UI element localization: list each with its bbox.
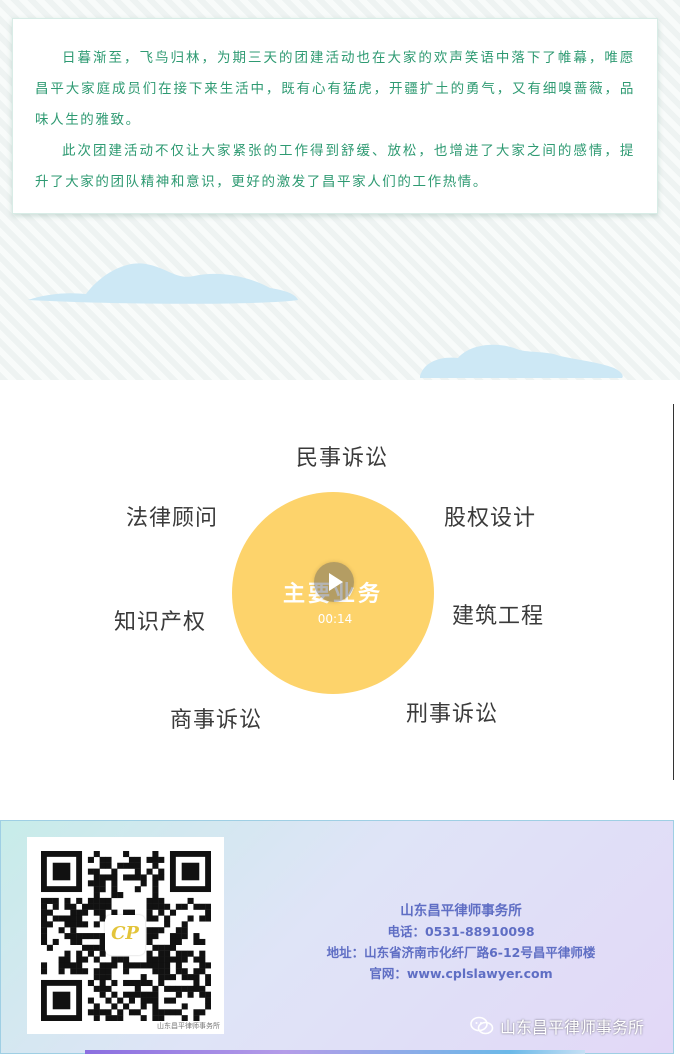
cloud-illustration-right xyxy=(418,340,624,380)
practice-area-legal-counsel: 法律顾问 xyxy=(126,506,219,531)
firm-phone: 电话：0531-88910098 xyxy=(387,924,535,939)
article-paragraph-1: 日暮渐至，飞鸟归林，为期三天的团建活动也在大家的欢声笑语中落下了帷幕，唯愿昌平大… xyxy=(35,50,635,128)
practice-area-equity-design: 股权设计 xyxy=(444,506,537,531)
account-watermark: 山东昌平律师事务所 xyxy=(470,1014,644,1038)
practice-area-criminal-litigation: 刑事诉讼 xyxy=(406,702,499,727)
article-paragraph-2: 此次团建活动不仅让大家紧张的工作得到舒缓、放松，也增进了大家之间的感情，提升了大… xyxy=(35,143,635,190)
wechat-icon xyxy=(470,1016,494,1035)
practice-area-civil-litigation: 民事诉讼 xyxy=(296,446,389,471)
article-text-card: 日暮渐至，飞鸟归林，为期三天的团建活动也在大家的欢声笑语中落下了帷幕，唯愿昌平大… xyxy=(12,18,658,214)
bottom-decor-strip xyxy=(85,1050,585,1054)
video-player[interactable]: 民事诉讼 股权设计 建筑工程 刑事诉讼 商事诉讼 知识产权 法律顾问 主要业务 … xyxy=(0,380,680,790)
firm-name: 山东昌平律师事务所 xyxy=(400,903,522,919)
firm-logo-icon: CP xyxy=(105,915,145,955)
watermark-text: 山东昌平律师事务所 xyxy=(500,1018,645,1037)
article-section: 日暮渐至，飞鸟归林，为期三天的团建活动也在大家的欢声笑语中落下了帷幕，唯愿昌平大… xyxy=(0,0,680,380)
video-frame-edge xyxy=(673,404,674,780)
cloud-illustration-left xyxy=(26,258,300,308)
practice-area-construction: 建筑工程 xyxy=(452,604,545,629)
video-duration: 00:14 xyxy=(317,612,353,626)
firm-address: 地址：山东省济南市化纤厂路6-12号昌平律师楼 xyxy=(326,945,596,960)
firm-website[interactable]: 官网：www.cplslawyer.com xyxy=(261,963,661,982)
practice-area-commercial-litigation: 商事诉讼 xyxy=(170,708,263,733)
practice-area-intellectual-property: 知识产权 xyxy=(114,610,207,635)
qr-caption: 山东昌平律师事务所 xyxy=(157,1022,220,1030)
qr-code: CP 山东昌平律师事务所 xyxy=(27,837,224,1034)
play-icon[interactable] xyxy=(314,562,354,602)
